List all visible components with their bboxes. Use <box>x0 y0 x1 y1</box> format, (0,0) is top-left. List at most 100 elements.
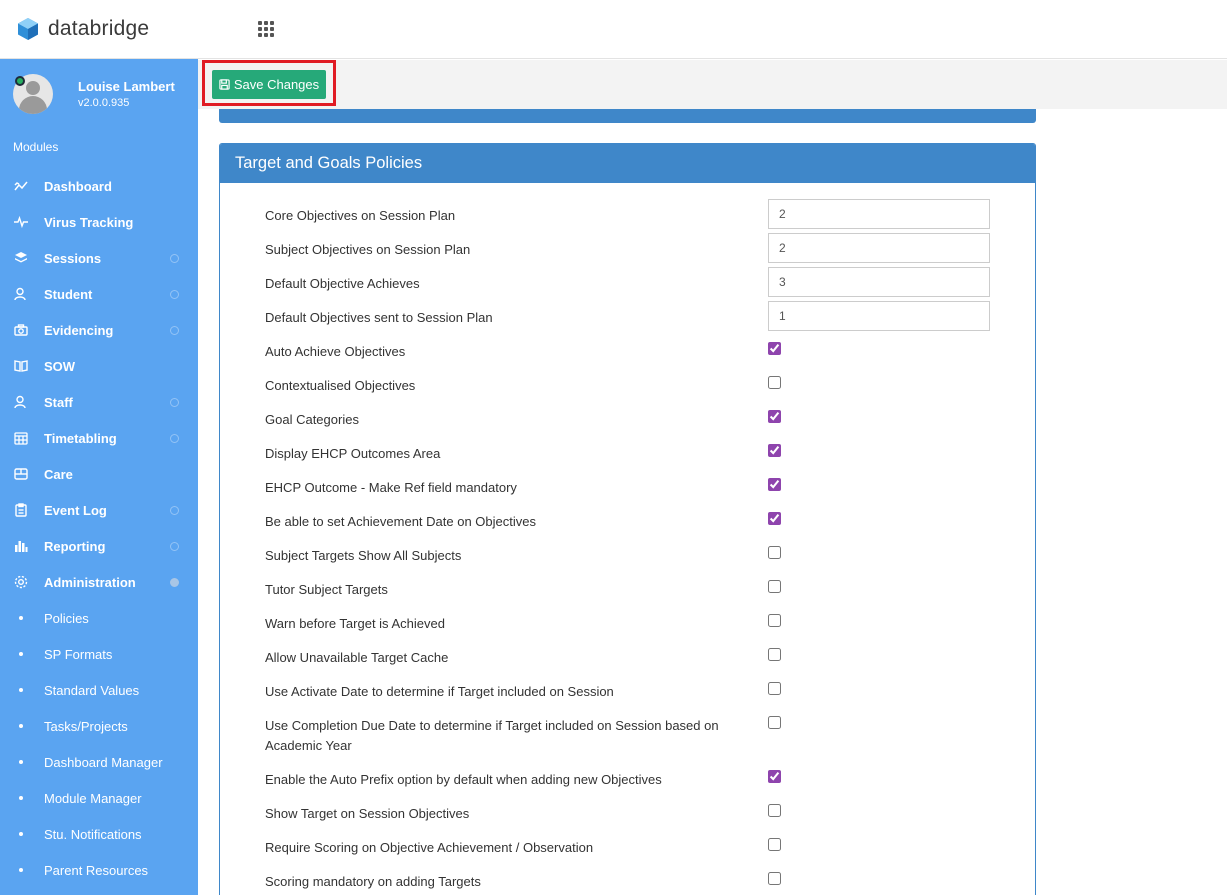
bullet-icon <box>19 616 23 620</box>
achievement-date-checkbox[interactable] <box>768 512 781 525</box>
previous-panel-footer <box>219 109 1036 123</box>
sidebar-subitem-sp-formats[interactable]: SP Formats <box>0 636 198 672</box>
policy-row: Show Target on Session Objectives <box>220 797 1035 831</box>
policy-row: Be able to set Achievement Date on Objec… <box>220 505 1035 539</box>
sidebar-item-sow[interactable]: SOW <box>0 348 198 384</box>
panel-title: Target and Goals Policies <box>220 144 1035 183</box>
users-icon <box>13 394 29 410</box>
policy-row: Warn before Target is Achieved <box>220 607 1035 641</box>
save-changes-label: Save Changes <box>233 77 320 92</box>
policy-label: Tutor Subject Targets <box>265 582 388 597</box>
sidebar-subitem-parent-resources[interactable]: Parent Resources <box>0 852 198 888</box>
sidebar-item-dashboard[interactable]: Dashboard <box>0 168 198 204</box>
gear-icon <box>13 574 29 590</box>
sidebar: Louise Lambert v2.0.0.935 Modules Dashbo… <box>0 59 198 895</box>
policy-row: Enable the Auto Prefix option by default… <box>220 763 1035 797</box>
policy-row: Auto Achieve Objectives <box>220 335 1035 369</box>
unavailable-target-cache-checkbox[interactable] <box>768 648 781 661</box>
sidebar-item-staff[interactable]: Staff <box>0 384 198 420</box>
sidebar-subitem-stu-notifications[interactable]: Stu. Notifications <box>0 816 198 852</box>
sidebar-item-virus-tracking[interactable]: Virus Tracking <box>0 204 198 240</box>
sidebar-item-evidencing[interactable]: Evidencing <box>0 312 198 348</box>
save-changes-button[interactable]: Save Changes <box>212 70 326 99</box>
policy-label: Default Objective Achieves <box>265 276 420 291</box>
sidebar-subitem-standard-values[interactable]: Standard Values <box>0 672 198 708</box>
sidebar-item-student[interactable]: Student <box>0 276 198 312</box>
user-profile[interactable]: Louise Lambert v2.0.0.935 <box>0 59 198 129</box>
tutor-subject-targets-checkbox[interactable] <box>768 580 781 593</box>
goal-categories-checkbox[interactable] <box>768 410 781 423</box>
expand-indicator <box>170 397 179 407</box>
show-target-session-checkbox[interactable] <box>768 804 781 817</box>
sidebar-subitem-tasks-projects[interactable]: Tasks/Projects <box>0 708 198 744</box>
book-icon <box>13 358 29 374</box>
policy-row: Tutor Subject Targets <box>220 573 1035 607</box>
auto-prefix-checkbox[interactable] <box>768 770 781 783</box>
policy-label: EHCP Outcome - Make Ref field mandatory <box>265 480 517 495</box>
sidebar-item-reporting[interactable]: Reporting <box>0 528 198 564</box>
bullet-icon <box>19 760 23 764</box>
sidebar-item-administration[interactable]: Administration <box>0 564 198 600</box>
online-status-indicator <box>15 76 25 86</box>
subject-targets-all-checkbox[interactable] <box>768 546 781 559</box>
subject-objectives-input[interactable] <box>768 233 990 263</box>
auto-achieve-objectives-checkbox[interactable] <box>768 342 781 355</box>
display-ehcp-outcomes-checkbox[interactable] <box>768 444 781 457</box>
sidebar-item-event-log[interactable]: Event Log <box>0 492 198 528</box>
grid-apps-icon[interactable] <box>258 21 274 37</box>
policy-label: Be able to set Achievement Date on Objec… <box>265 514 536 529</box>
ehcp-ref-mandatory-checkbox[interactable] <box>768 478 781 491</box>
expand-indicator <box>170 325 179 335</box>
default-objective-achieves-input[interactable] <box>768 267 990 297</box>
policy-label: Warn before Target is Achieved <box>265 616 445 631</box>
policy-label: Scoring mandatory on adding Targets <box>265 874 481 889</box>
policy-row: Core Objectives on Session Plan <box>220 199 1035 233</box>
default-objectives-sent-input[interactable] <box>768 301 990 331</box>
brand[interactable]: databridge <box>16 17 248 41</box>
policy-label: Use Activate Date to determine if Target… <box>265 684 614 699</box>
camera-icon <box>13 322 29 338</box>
policy-row: Use Activate Date to determine if Target… <box>220 675 1035 709</box>
clipboard-icon <box>13 502 29 518</box>
policy-row: Use Completion Due Date to determine if … <box>220 709 1035 763</box>
sidebar-subitem-policies[interactable]: Policies <box>0 600 198 636</box>
policy-label: Goal Categories <box>265 412 359 427</box>
bar-chart-icon <box>13 538 29 554</box>
policy-row: Contextualised Objectives <box>220 369 1035 403</box>
completion-due-date-checkbox[interactable] <box>768 716 781 729</box>
policy-label: Subject Objectives on Session Plan <box>265 242 471 257</box>
policy-list: Core Objectives on Session Plan Subject … <box>220 183 1035 895</box>
bullet-icon <box>19 652 23 656</box>
target-goals-policies-panel: Target and Goals Policies Core Objective… <box>219 143 1036 895</box>
sidebar-item-sessions[interactable]: Sessions <box>0 240 198 276</box>
policy-label: Enable the Auto Prefix option by default… <box>265 772 662 787</box>
policy-label: Display EHCP Outcomes Area <box>265 446 441 461</box>
scoring-mandatory-checkbox[interactable] <box>768 872 781 885</box>
sidebar-item-timetabling[interactable]: Timetabling <box>0 420 198 456</box>
chart-line-icon <box>13 178 29 194</box>
expanded-indicator <box>170 577 179 587</box>
sidebar-subitem-module-manager[interactable]: Module Manager <box>0 780 198 816</box>
warn-before-achieved-checkbox[interactable] <box>768 614 781 627</box>
core-objectives-input[interactable] <box>768 199 990 229</box>
policy-label: Subject Targets Show All Subjects <box>265 548 462 563</box>
sidebar-subitem-dashboard-manager[interactable]: Dashboard Manager <box>0 744 198 780</box>
app-version: v2.0.0.935 <box>78 97 130 109</box>
policy-row: Require Scoring on Objective Achievement… <box>220 831 1035 865</box>
policy-label: Contextualised Objectives <box>265 378 416 393</box>
policy-label: Use Completion Due Date to determine if … <box>265 718 719 753</box>
bullet-icon <box>19 796 23 800</box>
require-scoring-checkbox[interactable] <box>768 838 781 851</box>
toolbar: Save Changes <box>198 60 1227 109</box>
bullet-icon <box>19 688 23 692</box>
avatar <box>13 74 63 114</box>
contextualised-objectives-checkbox[interactable] <box>768 376 781 389</box>
cube-logo-icon <box>18 18 38 40</box>
activate-date-checkbox[interactable] <box>768 682 781 695</box>
sidebar-item-care[interactable]: Care <box>0 456 198 492</box>
policy-row: Subject Objectives on Session Plan <box>220 233 1035 267</box>
policy-row: Scoring mandatory on adding Targets <box>220 865 1035 895</box>
care-icon <box>13 466 29 482</box>
expand-indicator <box>170 253 179 263</box>
policy-row: Display EHCP Outcomes Area <box>220 437 1035 471</box>
